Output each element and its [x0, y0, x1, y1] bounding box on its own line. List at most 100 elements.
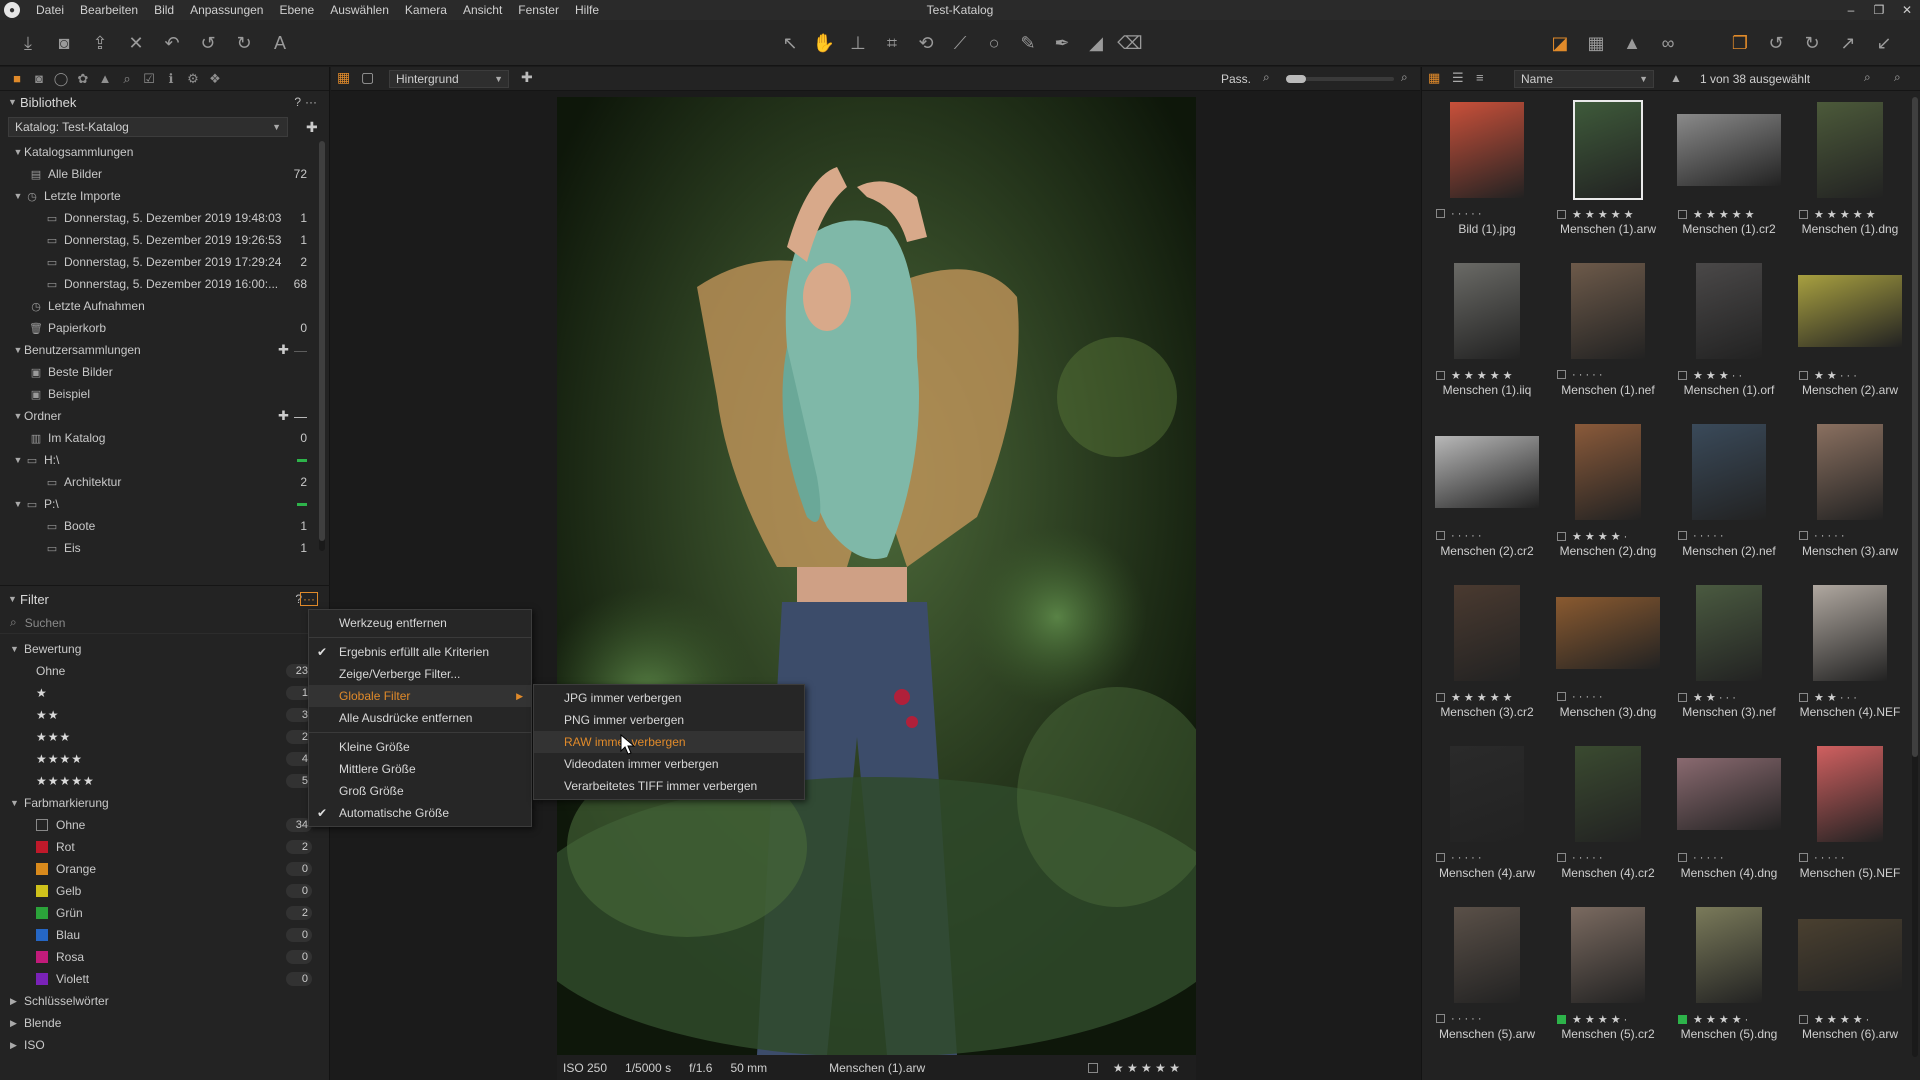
- star-rating-icon[interactable]: · · · · ·: [1451, 530, 1482, 542]
- color-label-row[interactable]: Orange 0: [0, 858, 330, 880]
- filter-iso-header[interactable]: ▶ ISO: [0, 1034, 330, 1056]
- gradient-tool-icon[interactable]: ◢: [1082, 29, 1110, 57]
- thumbnail-image[interactable]: [1677, 758, 1781, 830]
- tree-recent-imports[interactable]: ▼ ◷ Letzte Importe: [0, 185, 329, 207]
- submenu-item-hide-raw[interactable]: RAW immer verbergen: [534, 731, 804, 753]
- thumbnail[interactable]: ★ ★ ★ ★ ★ Menschen (1).iiq: [1426, 256, 1548, 416]
- thumbnail-image[interactable]: [1454, 585, 1520, 681]
- thumbnail-image[interactable]: [1798, 919, 1902, 991]
- color-tag-checkbox[interactable]: [1678, 853, 1687, 862]
- zoom-label[interactable]: Pass.: [1221, 72, 1251, 86]
- color-tag-checkbox[interactable]: [1799, 1015, 1808, 1024]
- thumbnail-rating[interactable]: ★ ★ ★ ★ ★: [1436, 691, 1546, 704]
- star-rating-icon[interactable]: · · · · ·: [1451, 208, 1482, 220]
- star-rating-icon[interactable]: · · · · ·: [1693, 852, 1724, 864]
- color-tag-checkbox[interactable]: [1678, 371, 1687, 380]
- tree-import-item[interactable]: ▭ Donnerstag, 5. Dezember 2019 19:48:03 …: [0, 207, 329, 229]
- thumbnail[interactable]: ★ ★ ★ ★ · Menschen (2).dng: [1547, 417, 1669, 577]
- thumbnail[interactable]: ★ ★ ★ ★ ★ Menschen (1).arw: [1547, 95, 1669, 255]
- color-tag-checkbox[interactable]: [1557, 370, 1566, 379]
- submenu-item-hide-video[interactable]: Videodaten immer verbergen: [534, 753, 804, 775]
- before-after-icon[interactable]: ◪: [1546, 29, 1574, 57]
- color-tab-icon[interactable]: ✿: [72, 68, 94, 90]
- capture-tab-icon[interactable]: ◙: [28, 68, 50, 90]
- exposure-tab-icon[interactable]: ▲: [94, 68, 116, 90]
- thumbnail[interactable]: · · · · · Menschen (3).dng: [1547, 578, 1669, 738]
- metadata-tab-icon[interactable]: ℹ: [160, 68, 182, 90]
- minimize-icon[interactable]: –: [1838, 0, 1864, 20]
- thumbnail-image[interactable]: [1692, 424, 1766, 520]
- tree-user-collections[interactable]: ▼ Benutzersammlungen ✚ —: [0, 339, 329, 361]
- import-icon[interactable]: ⤓: [14, 29, 42, 57]
- thumbnail[interactable]: · · · · · Menschen (4).cr2: [1547, 739, 1669, 899]
- thumbnail-image[interactable]: [1575, 424, 1641, 520]
- color-tag-checkbox[interactable]: [1678, 210, 1687, 219]
- color-tag-checkbox[interactable]: [1087, 1062, 1098, 1073]
- copy-adjustments-icon[interactable]: ❐: [1726, 29, 1754, 57]
- color-tag-checkbox[interactable]: [1799, 531, 1808, 540]
- rating-row[interactable]: ★★★ 2: [0, 726, 330, 748]
- thumbnail-image[interactable]: [1454, 907, 1520, 1003]
- thumbnail-rating[interactable]: · · · · ·: [1557, 852, 1667, 864]
- star-rating-icon[interactable]: ★ ★ ★ ★ ★: [1814, 209, 1876, 221]
- rating-row[interactable]: ★★★★★ 5: [0, 770, 330, 792]
- star-rating-icon[interactable]: ★ ★ · · ·: [1693, 692, 1736, 704]
- thumbnail-image[interactable]: [1571, 907, 1645, 1003]
- library-scrollbar-thumb[interactable]: [319, 141, 325, 541]
- color-label-row[interactable]: Ohne 34: [0, 814, 330, 836]
- thumbnail-rating[interactable]: · · · · ·: [1436, 1013, 1546, 1025]
- menu-item-auto-size[interactable]: ✔ Automatische Größe: [309, 802, 531, 824]
- zoom-slider-handle[interactable]: [1286, 75, 1306, 83]
- rotate-tool-icon[interactable]: ⟲: [912, 29, 940, 57]
- main-photo[interactable]: [557, 97, 1196, 1055]
- thumbnail-image[interactable]: [1696, 907, 1762, 1003]
- star-rating-icon[interactable]: ★ ★ ★ ★ ★: [1451, 370, 1513, 382]
- thumbnail-rating[interactable]: ★ ★ ★ ★ ★: [1557, 208, 1667, 221]
- thumbnail[interactable]: · · · · · Menschen (2).cr2: [1426, 417, 1548, 577]
- star-rating-icon[interactable]: ★ ★ · · ·: [1814, 370, 1857, 382]
- menu-datei[interactable]: Datei: [28, 0, 72, 20]
- thumbnail-rating[interactable]: · · · · ·: [1799, 852, 1909, 864]
- add-collection-icon[interactable]: ✚: [278, 342, 289, 358]
- thumbnail-image[interactable]: [1454, 263, 1520, 359]
- thumbnail-image[interactable]: [1817, 102, 1883, 198]
- adjustments-tab-icon[interactable]: ☑: [138, 68, 160, 90]
- multi-view-icon[interactable]: ▦: [337, 69, 350, 86]
- thumbnail[interactable]: ★ ★ · · · Menschen (3).nef: [1668, 578, 1790, 738]
- star-rating-icon[interactable]: · · · · ·: [1693, 530, 1724, 542]
- menu-item-remove-tool[interactable]: Werkzeug entfernen: [309, 612, 531, 634]
- color-tag-checkbox[interactable]: [1436, 693, 1445, 702]
- color-tag-checkbox[interactable]: [1557, 853, 1566, 862]
- thumbnail-image[interactable]: [1556, 597, 1660, 669]
- color-tag-checkbox[interactable]: [1557, 210, 1566, 219]
- menu-item-show-hide-filters[interactable]: Zeige/Verberge Filter...: [309, 663, 531, 685]
- tree-drive-p[interactable]: ▼ ▭ P:\: [0, 493, 329, 515]
- add-catalog-icon[interactable]: ✚: [306, 119, 318, 136]
- proof-icon[interactable]: ∞: [1654, 29, 1682, 57]
- library-help-button[interactable]: ?: [294, 95, 301, 109]
- thumbnail[interactable]: ★ ★ ★ ★ · Menschen (5).cr2: [1547, 900, 1669, 1060]
- camera-icon[interactable]: ◙: [50, 29, 78, 57]
- color-label-row[interactable]: Rot 2: [0, 836, 330, 858]
- rating-row[interactable]: ★★ 3: [0, 704, 330, 726]
- tree-folder-item[interactable]: ▭ Eis 1: [0, 537, 329, 559]
- sort-direction-icon[interactable]: ▲: [1670, 71, 1682, 85]
- grid-view-icon[interactable]: ▦: [1428, 70, 1440, 86]
- thumbnail-image[interactable]: [1450, 102, 1524, 198]
- thumbnail[interactable]: ★ ★ ★ ★ · Menschen (6).arw: [1789, 900, 1911, 1060]
- thumbnail-rating[interactable]: ★ ★ ★ ★ ·: [1557, 530, 1667, 543]
- menu-ansicht[interactable]: Ansicht: [455, 0, 510, 20]
- thumbnail-rating[interactable]: · · · · ·: [1799, 530, 1909, 542]
- undo-icon[interactable]: ↺: [194, 29, 222, 57]
- thumbnail-rating[interactable]: ★ ★ · · ·: [1799, 369, 1909, 382]
- thumbnail-rating[interactable]: · · · · ·: [1436, 852, 1546, 864]
- thumbnail-rating[interactable]: ★ ★ · · ·: [1799, 691, 1909, 704]
- tree-collection-item[interactable]: ▣ Beste Bilder: [0, 361, 329, 383]
- filter-color-header[interactable]: ▼ Farbmarkierung: [0, 792, 330, 814]
- color-label-row[interactable]: Rosa 0: [0, 946, 330, 968]
- color-tag-checkbox[interactable]: [1436, 371, 1445, 380]
- tree-import-item[interactable]: ▭ Donnerstag, 5. Dezember 2019 19:26:53 …: [0, 229, 329, 251]
- add-layer-icon[interactable]: ✚: [521, 69, 533, 86]
- thumbnail-rating[interactable]: ★ ★ ★ ★ ·: [1799, 1013, 1909, 1026]
- thumbnail-rating[interactable]: · · · · ·: [1678, 530, 1788, 542]
